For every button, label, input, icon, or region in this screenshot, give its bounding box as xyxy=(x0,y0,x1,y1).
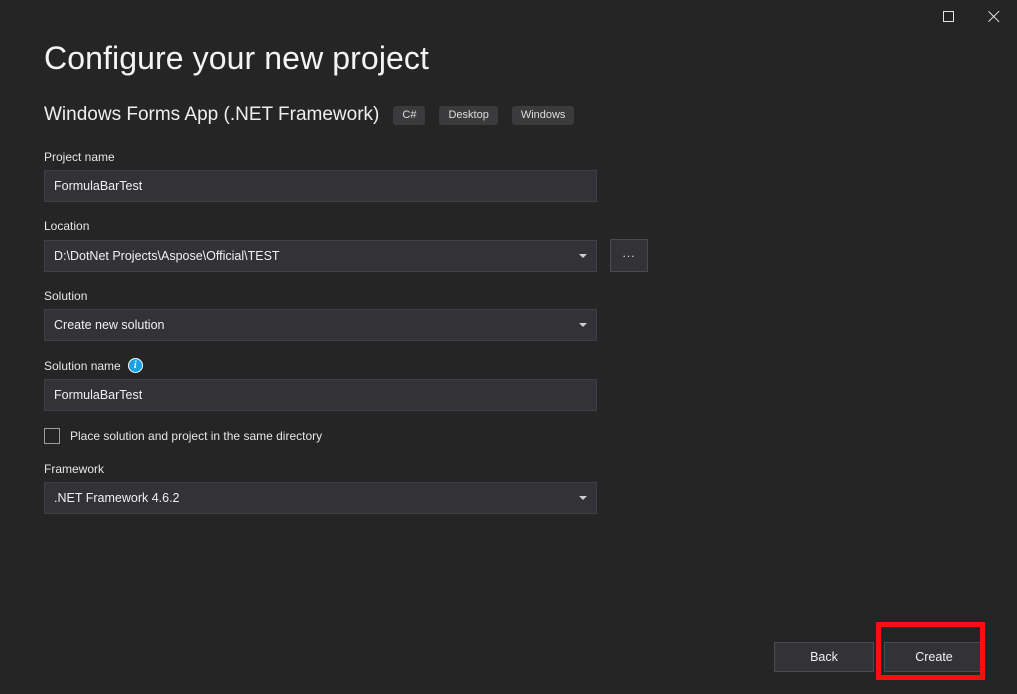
location-group: Location D:\DotNet Projects\Aspose\Offic… xyxy=(44,219,664,272)
solution-name-label: Solution name xyxy=(44,358,121,373)
location-row: D:\DotNet Projects\Aspose\Official\TEST … xyxy=(44,239,664,272)
solution-name-label-row: Solution name i xyxy=(44,358,664,373)
back-button[interactable]: Back xyxy=(774,642,874,672)
close-button[interactable] xyxy=(971,0,1017,32)
tag-os: Windows xyxy=(511,105,575,125)
chevron-down-icon xyxy=(579,323,587,327)
tag-language: C# xyxy=(393,105,426,125)
solution-combobox[interactable]: Create new solution xyxy=(44,309,597,341)
maximize-icon xyxy=(942,10,954,22)
template-summary: Windows Forms App (.NET Framework) C# De… xyxy=(44,104,575,126)
project-config-form: Project name Location D:\DotNet Projects… xyxy=(44,150,664,531)
location-value: D:\DotNet Projects\Aspose\Official\TEST xyxy=(54,248,280,263)
framework-value: .NET Framework 4.6.2 xyxy=(54,491,180,505)
chevron-down-icon xyxy=(579,496,587,500)
solution-name-group: Solution name i xyxy=(44,358,664,411)
maximize-button[interactable] xyxy=(925,0,971,32)
same-directory-checkbox-row[interactable]: Place solution and project in the same d… xyxy=(44,428,664,444)
project-name-input[interactable] xyxy=(44,170,597,202)
configure-project-page: Configure your new project Windows Forms… xyxy=(0,32,1017,694)
title-bar xyxy=(0,0,1017,32)
framework-group: Framework .NET Framework 4.6.2 xyxy=(44,462,664,514)
project-name-label: Project name xyxy=(44,150,115,164)
solution-name-input[interactable] xyxy=(44,379,597,411)
solution-group: Solution Create new solution xyxy=(44,289,664,341)
framework-combobox[interactable]: .NET Framework 4.6.2 xyxy=(44,482,597,514)
framework-label: Framework xyxy=(44,462,105,476)
location-combobox[interactable]: D:\DotNet Projects\Aspose\Official\TEST xyxy=(44,239,597,272)
info-icon[interactable]: i xyxy=(127,358,143,373)
create-button[interactable]: Create xyxy=(884,642,984,672)
solution-value: Create new solution xyxy=(54,318,165,332)
solution-label: Solution xyxy=(44,289,88,303)
chevron-down-icon xyxy=(579,253,587,258)
dialog-footer: Back Create xyxy=(774,642,984,672)
same-directory-label: Place solution and project in the same d… xyxy=(70,429,323,443)
tag-platform: Desktop xyxy=(439,105,498,125)
template-name: Windows Forms App (.NET Framework) xyxy=(44,104,380,125)
page-title: Configure your new project xyxy=(44,40,430,76)
browse-location-button[interactable]: ... xyxy=(610,239,648,272)
location-label: Location xyxy=(44,219,90,233)
same-directory-checkbox[interactable] xyxy=(44,428,60,444)
project-name-group: Project name xyxy=(44,150,664,202)
close-icon xyxy=(987,9,1001,23)
